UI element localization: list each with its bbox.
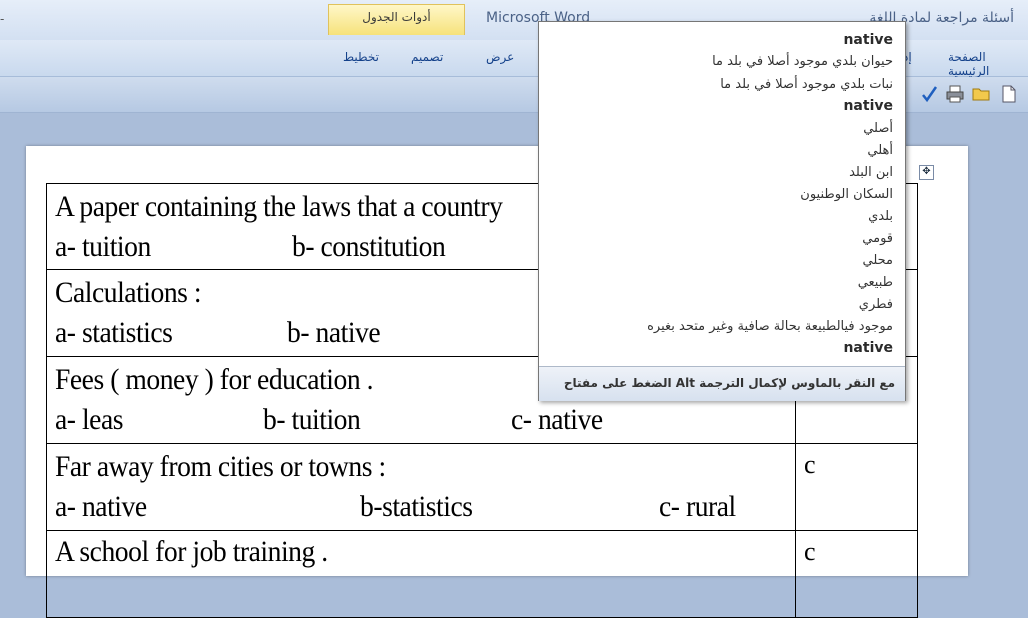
- translation-footer: الضغط على مفتاح Alt مع النقر بالماوس لإك…: [539, 366, 905, 401]
- print-icon[interactable]: [946, 85, 964, 103]
- option-a: a- statistics: [55, 316, 173, 349]
- translation-headword: native: [843, 32, 893, 48]
- translation-footer-hint: الضغط على مفتاح Alt مع النقر بالماوس لإك…: [563, 376, 895, 390]
- tab-layout[interactable]: تخطيط: [343, 50, 379, 64]
- tab-design[interactable]: تصميم: [411, 50, 443, 64]
- table-move-handle-icon[interactable]: ✥: [919, 165, 934, 180]
- option-c: c- native: [511, 403, 603, 436]
- spelling-check-icon[interactable]: [920, 85, 938, 103]
- option-a: a- tuition: [55, 230, 151, 263]
- table-tools-tab-group[interactable]: أدوات الجدول: [328, 4, 465, 35]
- table-row[interactable]: A school for job training .: [46, 530, 796, 618]
- translation-entry: طبيعي: [857, 275, 893, 290]
- question-prompt: A paper containing the laws that a count…: [55, 190, 503, 223]
- question-prompt: Calculations :: [55, 276, 202, 309]
- translation-entry: قومي: [862, 231, 893, 246]
- title-bar-edge: -: [0, 12, 5, 26]
- translation-list: native حيوان بلدي موجود أصلا في بلد ما نبا…: [539, 22, 905, 366]
- option-b: b- native: [287, 316, 381, 349]
- translation-entry: فطري: [858, 297, 893, 312]
- option-a: a- native: [55, 490, 147, 523]
- question-prompt: Far away from cities or towns :: [55, 450, 386, 483]
- translation-entry: نبات بلدي موجود أصلا في بلد ما: [720, 77, 893, 92]
- translation-headword: native: [843, 340, 893, 356]
- translation-entry: أصلي: [863, 121, 893, 136]
- question-prompt: Fees ( money ) for education .: [55, 363, 374, 396]
- option-b: b- tuition: [263, 403, 361, 436]
- tab-view[interactable]: عرض: [486, 50, 514, 64]
- translation-tooltip: native حيوان بلدي موجود أصلا في بلد ما نبا…: [538, 21, 906, 401]
- translation-entry: بلدي: [868, 209, 893, 224]
- new-document-icon[interactable]: [1000, 85, 1018, 103]
- answer-text: c: [804, 450, 816, 479]
- question-prompt: A school for job training .: [55, 535, 328, 568]
- option-a: a- leas: [55, 403, 124, 436]
- translation-headword: native: [843, 98, 893, 114]
- tab-home[interactable]: الصفحة الرئيسية: [948, 50, 1028, 78]
- open-folder-icon[interactable]: [972, 85, 990, 103]
- translation-entry: موجود فيالطبيعة بحالة صافية وغير متحد بغ…: [647, 319, 893, 334]
- translation-entry: محلي: [862, 253, 894, 268]
- translation-entry: ابن البلد: [849, 165, 893, 180]
- translation-entry: حيوان بلدي موجود أصلا في بلد ما: [712, 54, 893, 69]
- option-b: b- constitution: [292, 230, 446, 263]
- answer-text: c: [804, 537, 816, 566]
- table-row[interactable]: Far away from cities or towns : a- nativ…: [46, 443, 796, 531]
- option-b: b-statistics: [360, 490, 473, 523]
- translation-entry: السكان الوطنيون: [800, 187, 893, 202]
- answer-cell[interactable]: c: [795, 443, 918, 531]
- option-c: c- rural: [659, 490, 736, 523]
- answer-cell[interactable]: c: [795, 530, 918, 618]
- translation-entry: أهلي: [867, 143, 893, 158]
